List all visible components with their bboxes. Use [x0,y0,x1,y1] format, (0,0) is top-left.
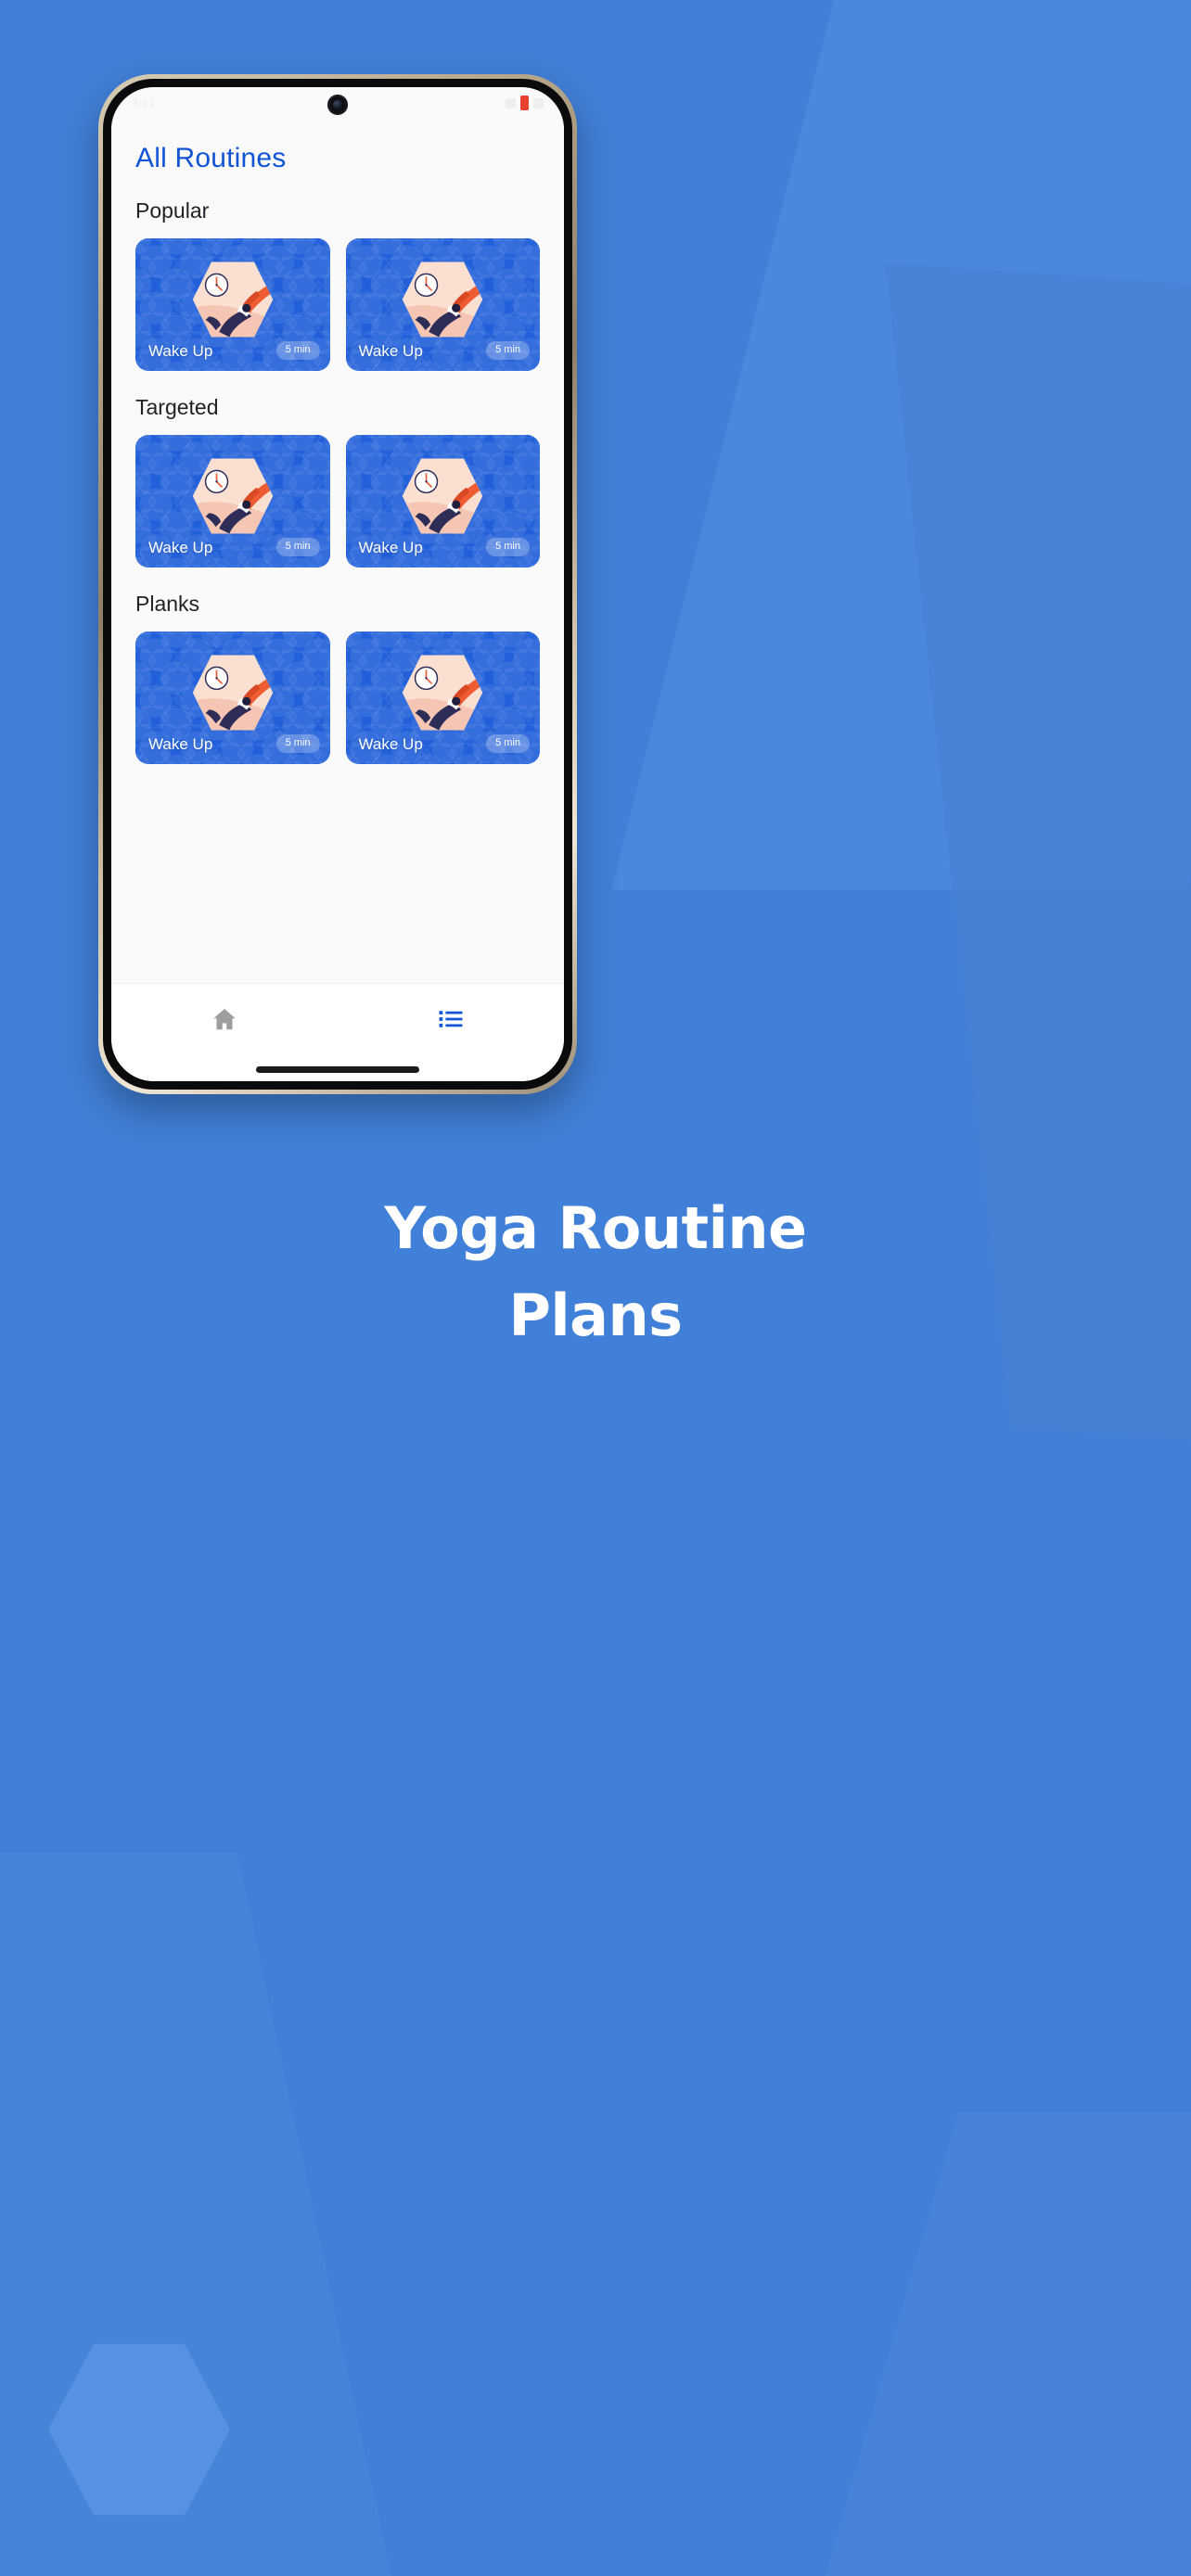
routine-card-grid: Wake Up 5 min Wake Up 5 min [135,631,540,764]
bottom-navigation-bar [111,983,564,1053]
nav-item-home[interactable] [111,984,338,1053]
routine-card-grid: Wake Up 5 min Wake Up 5 min [135,238,540,371]
routine-card[interactable]: Wake Up 5 min [345,238,540,371]
status-bar-icons [506,96,544,110]
battery-icon [520,96,529,110]
home-icon [213,1008,236,1029]
gesture-bar-area [111,1053,564,1081]
yoga-pose-illustration [192,458,273,534]
yoga-pose-illustration [403,655,483,731]
card-illustration [190,650,275,735]
phone-mockup: 3:01 All Routines Popular Wake Up 5 min … [98,74,577,1094]
promo-headline-line1: Yoga Routine [384,1194,807,1262]
card-label: Wake Up [358,342,423,360]
card-duration-badge: 5 min [275,538,320,556]
card-illustration [400,453,485,539]
card-illustration [400,257,485,342]
yoga-pose-illustration [403,261,483,338]
phone-screen: 3:01 All Routines Popular Wake Up 5 min … [111,87,564,1081]
routine-card[interactable]: Wake Up 5 min [135,238,330,371]
card-duration-badge: 5 min [275,734,320,753]
card-illustration [190,453,275,539]
card-illustration [400,650,485,735]
signal-icon [506,97,516,108]
routine-card[interactable]: Wake Up 5 min [135,631,330,764]
section-title-popular: Popular [135,198,210,223]
card-duration-badge: 5 min [486,734,530,753]
card-label: Wake Up [148,735,213,753]
routine-section: Targeted Wake Up 5 min Wake Up 5 min [135,395,540,567]
page-title: All Routines [135,143,287,173]
wifi-icon [533,97,544,108]
background-polygon-bottom-right [793,2112,1191,2576]
front-camera-icon [327,95,348,115]
card-label: Wake Up [358,539,423,556]
card-label: Wake Up [148,342,213,360]
routine-sections: Popular Wake Up 5 min Wake Up 5 min Targ… [135,198,540,764]
promo-headline-line2: Plans [508,1282,683,1350]
section-title-targeted: Targeted [135,395,219,419]
yoga-pose-illustration [192,261,273,338]
yoga-pose-illustration [403,458,483,534]
card-illustration [190,257,275,342]
routine-section: Planks Wake Up 5 min Wake Up 5 min [135,592,540,764]
background-polygon-bottom-left [0,1853,431,2576]
routine-section: Popular Wake Up 5 min Wake Up 5 min [135,198,540,371]
routine-card-grid: Wake Up 5 min Wake Up 5 min [135,435,540,567]
card-label: Wake Up [148,539,213,556]
home-gesture-bar[interactable] [256,1066,419,1073]
routine-card[interactable]: Wake Up 5 min [135,435,330,567]
status-bar: 3:01 [111,87,564,119]
routine-card[interactable]: Wake Up 5 min [345,435,540,567]
list-icon [439,1010,463,1027]
card-duration-badge: 5 min [486,341,530,360]
card-label: Wake Up [358,735,423,753]
routine-card[interactable]: Wake Up 5 min [345,631,540,764]
phone-bezel: 3:01 All Routines Popular Wake Up 5 min … [103,79,572,1090]
status-bar-time: 3:01 [132,96,155,109]
yoga-pose-illustration [192,655,273,731]
section-title-planks: Planks [135,592,200,616]
card-duration-badge: 5 min [486,538,530,556]
promo-headline: Yoga Routine Plans [0,1185,1191,1359]
card-duration-badge: 5 min [275,341,320,360]
app-content: All Routines Popular Wake Up 5 min Wake … [111,119,564,983]
nav-item-routines[interactable] [338,984,564,1053]
